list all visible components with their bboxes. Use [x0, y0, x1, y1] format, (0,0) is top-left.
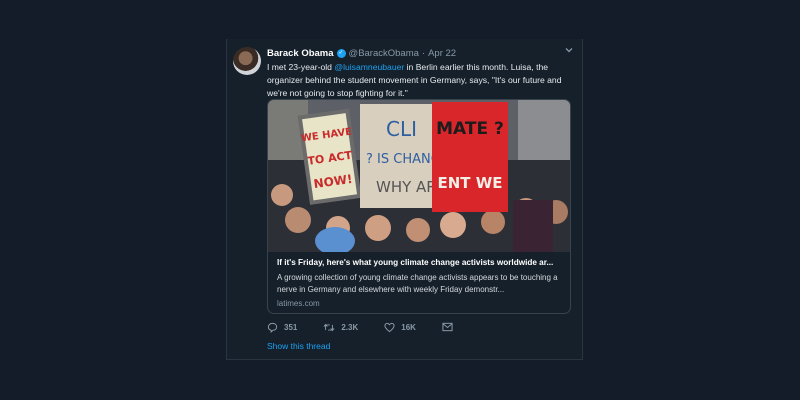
card-domain: latimes.com — [277, 299, 320, 308]
separator: · — [421, 47, 426, 59]
verified-badge-icon: ✓ — [336, 48, 346, 58]
reply-icon — [267, 322, 278, 333]
tweet-actions: 351 2.3K 16K — [267, 320, 485, 334]
tweet[interactable]: Barack Obama ✓ @BarackObama · Apr 22 I m… — [226, 39, 583, 360]
direct-message-button[interactable] — [442, 322, 459, 332]
retweet-button[interactable]: 2.3K — [323, 322, 358, 333]
retweet-count: 2.3K — [341, 322, 359, 332]
reply-button[interactable]: 351 — [267, 322, 297, 333]
envelope-icon — [442, 322, 453, 332]
card-text: If it's Friday, here's what young climat… — [277, 257, 563, 308]
mention-link[interactable]: @luisamneubauer — [334, 62, 404, 72]
tweet-date[interactable]: Apr 22 — [428, 48, 456, 59]
sign-right-line-2: ENT WE — [437, 174, 502, 192]
reply-count: 351 — [284, 322, 298, 332]
link-card[interactable]: WE HAVE TO ACT NOW! CLI ? IS CHANGING WH… — [267, 99, 571, 314]
retweet-icon — [323, 323, 335, 331]
card-image: WE HAVE TO ACT NOW! CLI ? IS CHANGING WH… — [268, 100, 570, 252]
like-button[interactable]: 16K — [384, 322, 416, 333]
tweet-header: Barack Obama ✓ @BarackObama · Apr 22 — [267, 46, 456, 60]
sign-middle-line-3: WHY AR — [376, 178, 437, 196]
chevron-down-icon[interactable] — [564, 45, 574, 58]
author-handle[interactable]: @BarackObama — [349, 48, 419, 59]
sign-middle-line-1: CLI — [386, 117, 417, 141]
heart-icon — [384, 322, 395, 332]
card-title[interactable]: If it's Friday, here's what young climat… — [277, 257, 563, 269]
sign-right-line-1: MATE ? — [436, 119, 504, 139]
avatar[interactable] — [233, 47, 261, 75]
tweet-text: I met 23-year-old @luisamneubauer in Ber… — [267, 61, 572, 100]
author-name[interactable]: Barack Obama — [267, 48, 334, 59]
show-thread-link[interactable]: Show this thread — [267, 341, 330, 351]
like-count: 16K — [401, 322, 416, 332]
card-description: A growing collection of young climate ch… — [277, 273, 558, 294]
tweet-text-start: I met 23-year-old — [267, 62, 335, 72]
